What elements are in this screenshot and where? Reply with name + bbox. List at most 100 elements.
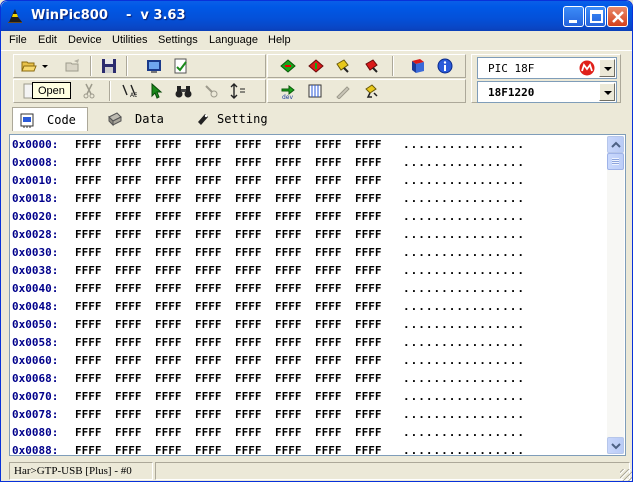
hex-word[interactable]: FFFF <box>275 300 302 313</box>
hex-word[interactable]: FFFF <box>315 156 342 169</box>
hex-word[interactable]: FFFF <box>75 372 102 385</box>
menu-utilities[interactable]: Utilities <box>112 34 147 46</box>
hex-word[interactable]: FFFF <box>315 174 342 187</box>
hex-word[interactable]: FFFF <box>315 300 342 313</box>
hex-word[interactable]: FFFF <box>115 444 142 455</box>
replace-button[interactable] <box>200 80 222 102</box>
hex-word[interactable]: FFFF <box>275 138 302 151</box>
hex-word[interactable]: FFFF <box>275 336 302 349</box>
hex-word[interactable]: FFFF <box>355 174 382 187</box>
hex-word[interactable]: FFFF <box>75 246 102 259</box>
open-button[interactable] <box>18 55 40 77</box>
hex-word[interactable]: FFFF <box>75 138 102 151</box>
scroll-up-button[interactable] <box>607 136 624 153</box>
hex-word[interactable]: FFFF <box>275 174 302 187</box>
hex-word[interactable]: FFFF <box>155 156 182 169</box>
hex-word[interactable]: FFFF <box>75 174 102 187</box>
hex-word[interactable]: FFFF <box>155 246 182 259</box>
hex-word[interactable]: FFFF <box>275 246 302 259</box>
hex-word[interactable]: FFFF <box>115 192 142 205</box>
hex-word[interactable]: FFFF <box>315 390 342 403</box>
hex-word[interactable]: FFFF <box>315 192 342 205</box>
hex-word[interactable]: FFFF <box>195 390 222 403</box>
verify-chip-button[interactable] <box>332 55 354 77</box>
code-hex-view[interactable]: 0x0000: FFFF FFFF FFFF FFFF FFFF FFFF FFFF FFFF.… <box>9 134 626 456</box>
chevron-down-icon[interactable] <box>599 59 615 77</box>
hex-word[interactable]: FFFF <box>195 156 222 169</box>
write-chip-button[interactable] <box>304 55 326 77</box>
hex-word[interactable]: FFFF <box>355 210 382 223</box>
hex-word[interactable]: FFFF <box>155 264 182 277</box>
hex-word[interactable]: FFFF <box>355 138 382 151</box>
hex-word[interactable]: FFFF <box>155 408 182 421</box>
hex-word[interactable]: FFFF <box>355 426 382 439</box>
hex-word[interactable]: FFFF <box>195 138 222 151</box>
hex-word[interactable]: FFFF <box>355 354 382 367</box>
hex-view-button[interactable] <box>143 55 165 77</box>
menu-settings[interactable]: Settings <box>158 34 198 46</box>
hex-word[interactable]: FFFF <box>315 246 342 259</box>
hex-word[interactable]: FFFF <box>355 408 382 421</box>
hex-word[interactable]: FFFF <box>75 282 102 295</box>
hex-word[interactable]: FFFF <box>155 300 182 313</box>
hex-word[interactable]: FFFF <box>235 192 262 205</box>
hex-word[interactable]: FFFF <box>235 264 262 277</box>
hex-word[interactable]: FFFF <box>275 354 302 367</box>
goto-address-button[interactable] <box>226 80 248 102</box>
hex-word[interactable]: FFFF <box>195 354 222 367</box>
tab-code[interactable]: Code <box>12 107 88 131</box>
hex-word[interactable]: FFFF <box>355 246 382 259</box>
hex-word[interactable]: FFFF <box>355 444 382 455</box>
resize-grip[interactable] <box>620 469 632 481</box>
hex-word[interactable]: FFFF <box>115 426 142 439</box>
hex-word[interactable]: FFFF <box>275 264 302 277</box>
hex-word[interactable]: FFFF <box>355 282 382 295</box>
select-button[interactable] <box>145 80 167 102</box>
hex-word[interactable]: FFFF <box>355 372 382 385</box>
hex-word[interactable]: FFFF <box>75 336 102 349</box>
hex-word[interactable]: FFFF <box>195 408 222 421</box>
model-combo[interactable]: 18F1220 <box>477 81 617 103</box>
chevron-down-icon[interactable] <box>599 83 615 101</box>
hex-word[interactable]: FFFF <box>315 372 342 385</box>
hex-word[interactable]: FFFF <box>195 372 222 385</box>
hex-word[interactable]: FFFF <box>75 426 102 439</box>
hex-word[interactable]: FFFF <box>155 228 182 241</box>
hex-word[interactable]: FFFF <box>275 192 302 205</box>
open-dropdown-icon[interactable] <box>39 55 51 77</box>
hex-word[interactable]: FFFF <box>315 336 342 349</box>
hex-word[interactable]: FFFF <box>155 282 182 295</box>
hex-word[interactable]: FFFF <box>75 318 102 331</box>
hex-word[interactable]: FFFF <box>355 156 382 169</box>
hex-word[interactable]: FFFF <box>195 426 222 439</box>
menu-language[interactable]: Language <box>209 34 258 46</box>
hex-word[interactable]: FFFF <box>315 228 342 241</box>
hex-word[interactable]: FFFF <box>75 156 102 169</box>
hex-word[interactable]: FFFF <box>235 228 262 241</box>
hex-word[interactable]: FFFF <box>155 390 182 403</box>
hex-word[interactable]: FFFF <box>275 156 302 169</box>
tab-setting[interactable]: Setting <box>189 107 275 131</box>
hex-word[interactable]: FFFF <box>115 354 142 367</box>
hex-word[interactable]: FFFF <box>115 300 142 313</box>
hex-word[interactable]: FFFF <box>115 282 142 295</box>
title-bar[interactable]: WinPic800 - v 3.63 <box>1 1 632 31</box>
save-button[interactable] <box>98 55 120 77</box>
hex-word[interactable]: FFFF <box>275 426 302 439</box>
hex-word[interactable]: FFFF <box>155 210 182 223</box>
hex-word[interactable]: FFFF <box>355 318 382 331</box>
hex-word[interactable]: FFFF <box>275 444 302 455</box>
hex-word[interactable]: FFFF <box>75 192 102 205</box>
hex-word[interactable]: FFFF <box>315 318 342 331</box>
hex-word[interactable]: FFFF <box>275 372 302 385</box>
hex-word[interactable]: FFFF <box>115 228 142 241</box>
book-button[interactable] <box>407 55 429 77</box>
find-replace-button[interactable]: AB <box>118 80 140 102</box>
vertical-scrollbar[interactable] <box>607 136 624 454</box>
hex-word[interactable]: FFFF <box>195 246 222 259</box>
hex-word[interactable]: FFFF <box>235 300 262 313</box>
hex-word[interactable]: FFFF <box>275 228 302 241</box>
hex-word[interactable]: FFFF <box>275 318 302 331</box>
hex-word[interactable]: FFFF <box>115 264 142 277</box>
erase-chip-button[interactable] <box>361 55 383 77</box>
